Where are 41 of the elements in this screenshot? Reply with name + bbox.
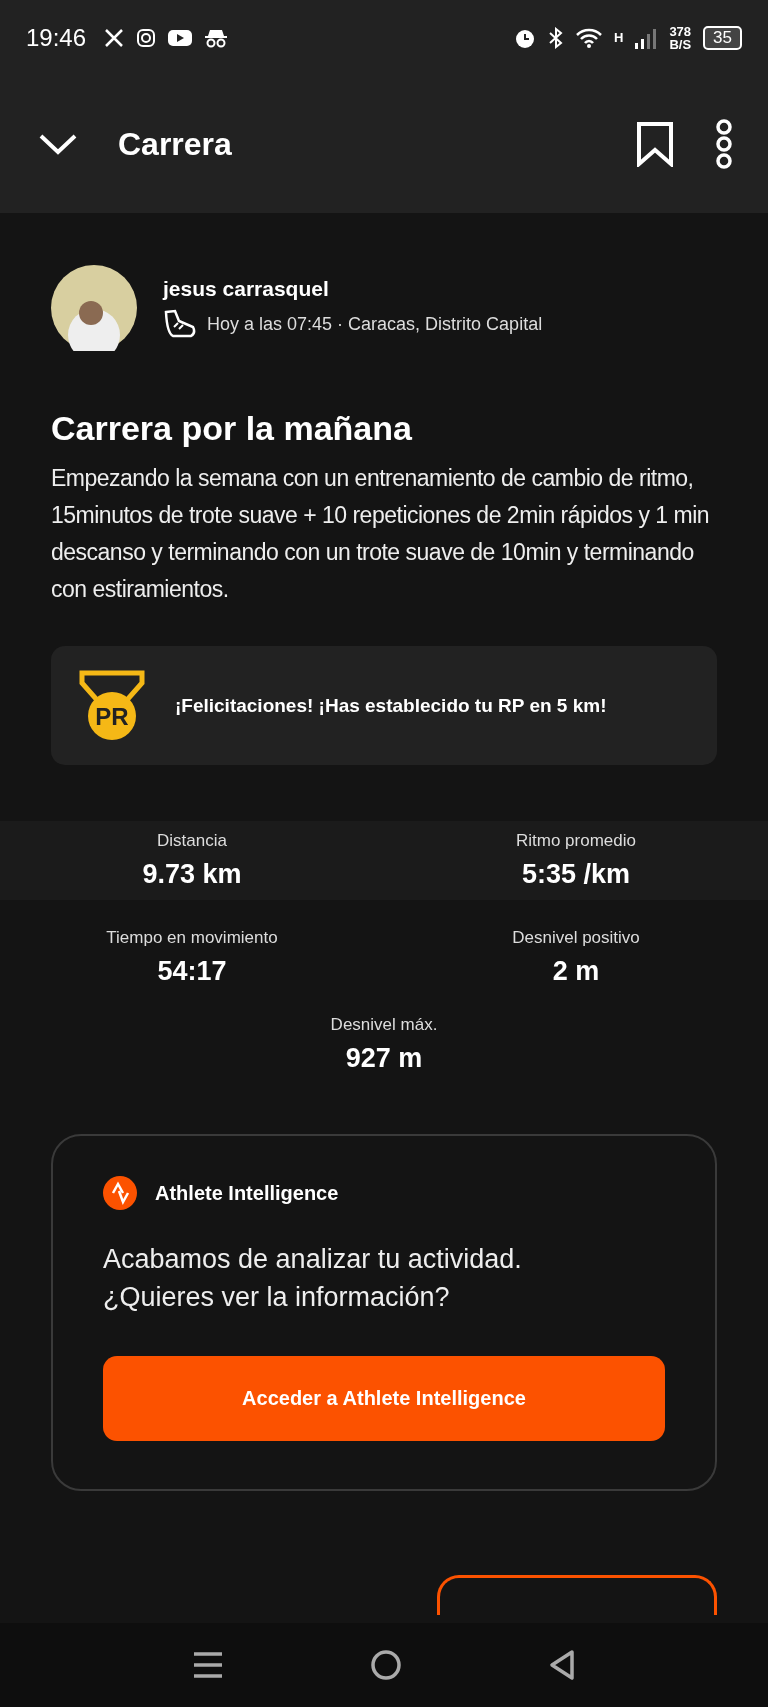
- medal-label: PR: [95, 702, 129, 730]
- shoe-icon: [163, 309, 197, 339]
- chevron-down-icon[interactable]: [38, 132, 78, 156]
- bookmark-icon[interactable]: [636, 121, 674, 167]
- battery-level: 35: [703, 25, 742, 50]
- network-speed: 378 B/S: [669, 24, 692, 51]
- stat-value: 54:17: [157, 956, 227, 987]
- page-title: Carrera: [118, 125, 233, 163]
- stat-value: 2 m: [552, 956, 600, 987]
- activity-meta: Hoy a las 07:45 · Caracas, Distrito Capital: [207, 313, 543, 335]
- signal-icon: [635, 26, 658, 49]
- partial-button[interactable]: [437, 1575, 717, 1615]
- camera-icon: [136, 27, 157, 48]
- insight-title: Athlete Intelligence: [155, 1181, 339, 1205]
- clock: 19:46: [26, 23, 87, 52]
- stat-label: Tiempo en movimiento: [106, 928, 278, 948]
- stat-value: 5:35 /km: [521, 859, 631, 890]
- stat-label: Distancia: [157, 831, 227, 851]
- stat-value: 927 m: [345, 1043, 423, 1074]
- stat-value: 9.73 km: [142, 859, 242, 890]
- stat-label: Desnivel positivo: [512, 928, 640, 948]
- wifi-icon: [576, 27, 602, 48]
- achievement-text: ¡Felicitaciones! ¡Has establecido tu RP en 5 km!: [175, 694, 607, 717]
- activity-title: Carrera por la mañana: [51, 409, 413, 448]
- avatar[interactable]: [51, 265, 137, 351]
- home-icon[interactable]: [370, 1649, 402, 1681]
- achievement-card[interactable]: PR ¡Felicitaciones! ¡Has establecido tu RP en 5 km!: [51, 646, 717, 765]
- more-icon[interactable]: [714, 119, 734, 169]
- activity-description: Empezando la semana con un entrenamiento de cambio de ritmo, 15minutos de trote suave + 10 repeticiones de 2min rápidos y 1 min descanso y terminando con un trote suave de 10min y terminando con estiramientos.: [51, 464, 711, 604]
- menu-icon[interactable]: [193, 1650, 224, 1680]
- back-icon[interactable]: [548, 1649, 575, 1681]
- athlete-name[interactable]: jesus carrasquel: [163, 277, 543, 301]
- network-type: H: [614, 31, 624, 44]
- stat-label: Desnivel máx.: [330, 1015, 438, 1035]
- incognito-icon: [204, 27, 229, 48]
- stat-label: Ritmo promedio: [516, 831, 636, 851]
- play-icon: [168, 28, 193, 47]
- x-logo-icon: [104, 27, 125, 48]
- bluetooth-icon: [548, 26, 564, 49]
- logo-icon: [103, 1176, 137, 1210]
- insight-message: Acabamos de analizar tu actividad. ¿Quieres ver la información?: [103, 1243, 523, 1314]
